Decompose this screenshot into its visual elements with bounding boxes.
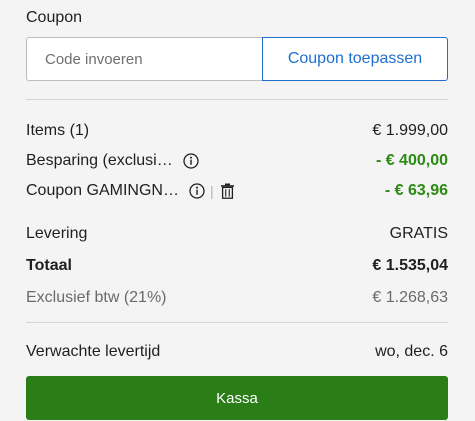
expected-delivery-row: Verwachte levertijd wo, dec. 6 [26, 341, 448, 363]
expected-delivery-label: Verwachte levertijd [26, 343, 161, 360]
savings-row: Besparing (exclusi… - € 400,00 [26, 150, 448, 172]
coupon-code-input[interactable] [26, 37, 262, 81]
excl-vat-value: € 1.268,63 [372, 289, 448, 306]
delivery-row: Levering GRATIS [26, 223, 448, 245]
apply-coupon-button[interactable]: Coupon toepassen [262, 37, 448, 81]
savings-value: - € 400,00 [375, 152, 448, 169]
delivery-value: GRATIS [389, 225, 448, 242]
coupon-heading: Coupon [26, 9, 83, 26]
divider [26, 322, 448, 323]
coupon-discount-value: - € 63,96 [384, 182, 448, 199]
separator: | [209, 183, 214, 199]
coupon-form: Coupon toepassen [26, 37, 448, 81]
coupon-discount-label: Coupon GAMINGN… [26, 182, 179, 199]
excl-vat-label: Exclusief btw (21%) [26, 289, 167, 306]
info-icon[interactable] [183, 153, 199, 169]
order-summary-panel: Coupon Coupon toepassen Items (1) € 1.99… [0, 0, 475, 421]
divider [26, 99, 448, 100]
trash-icon[interactable] [220, 183, 235, 199]
items-value: € 1.999,00 [372, 122, 448, 139]
info-icon[interactable] [189, 183, 205, 199]
expected-delivery-value: wo, dec. 6 [375, 343, 448, 360]
delivery-label: Levering [26, 225, 88, 242]
checkout-button[interactable]: Kassa [26, 376, 448, 420]
total-value: € 1.535,04 [372, 257, 448, 274]
savings-label: Besparing (exclusi… [26, 152, 173, 169]
excl-vat-row: Exclusief btw (21%) € 1.268,63 [26, 287, 448, 309]
items-row: Items (1) € 1.999,00 [26, 120, 448, 142]
total-row: Totaal € 1.535,04 [26, 255, 448, 277]
items-label: Items (1) [26, 122, 90, 139]
total-label: Totaal [26, 257, 72, 274]
coupon-discount-row: Coupon GAMINGN… | - € 63,96 [26, 180, 448, 202]
